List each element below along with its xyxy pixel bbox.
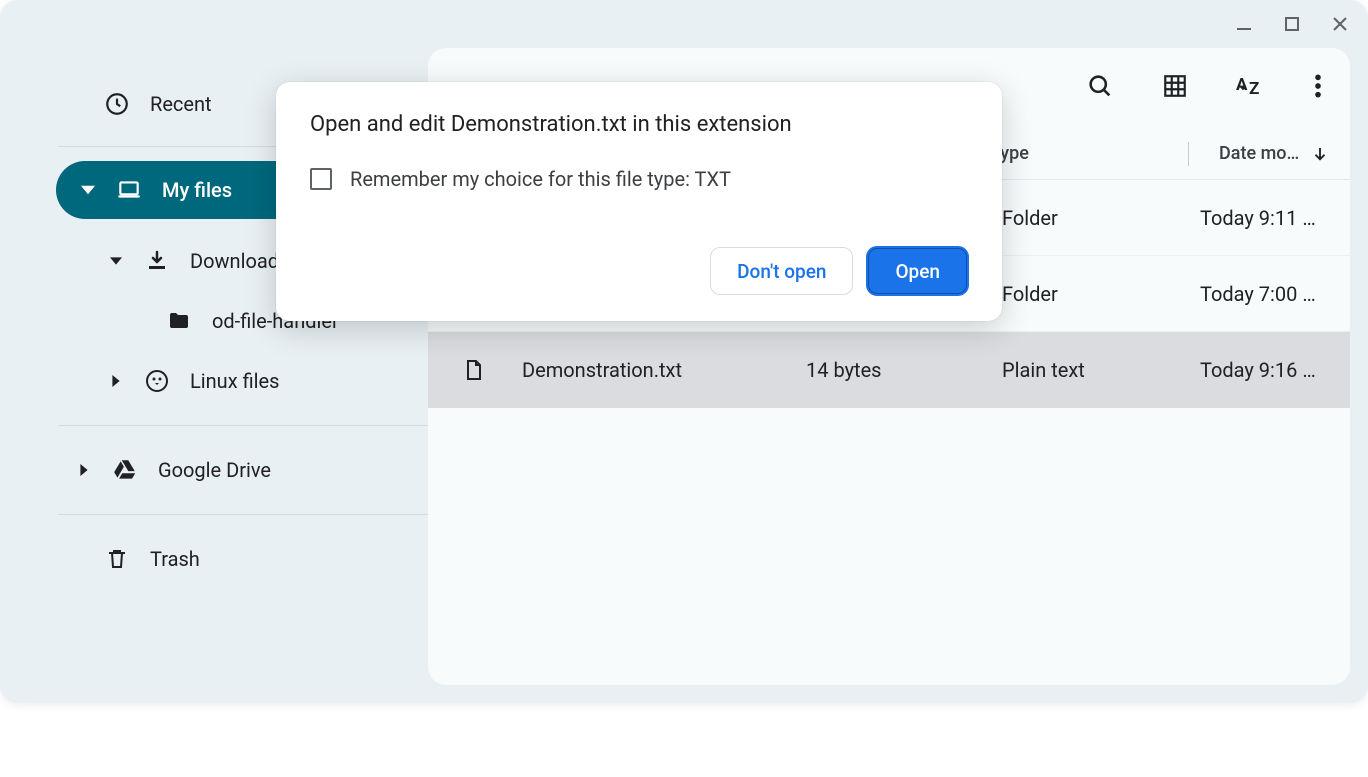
cell-name: Demonstration.txt [522, 358, 806, 382]
cell-type: Plain text [1002, 358, 1200, 382]
sidebar-divider [58, 514, 428, 515]
linux-icon [144, 368, 170, 394]
cell-date: Today 9:11 AM [1200, 206, 1326, 230]
sidebar-label-trash: Trash [150, 547, 200, 571]
window-close-button[interactable] [1330, 14, 1350, 34]
download-icon [144, 248, 170, 274]
clock-icon [104, 91, 130, 117]
svg-text:Z: Z [1249, 79, 1259, 99]
cell-size: 14 bytes [806, 358, 1002, 382]
sidebar-label-gdrive: Google Drive [158, 458, 271, 482]
trash-icon [104, 546, 130, 572]
cell-date: Today 7:00 … [1200, 282, 1326, 306]
search-button[interactable] [1086, 72, 1114, 104]
dialog-title: Open and edit Demonstration.txt in this … [310, 112, 968, 137]
window-titlebar [0, 0, 1368, 48]
dialog-checkbox-row[interactable]: Remember my choice for this file type: T… [310, 167, 968, 191]
window-maximize-button[interactable] [1282, 14, 1302, 34]
grid-view-button[interactable] [1162, 73, 1188, 103]
column-type[interactable]: Type [990, 143, 1188, 164]
close-icon [1331, 15, 1349, 33]
sidebar-divider [58, 425, 428, 426]
dialog-checkbox-label: Remember my choice for this file type: T… [350, 167, 731, 191]
chevron-down-icon [80, 177, 96, 203]
laptop-icon [116, 177, 142, 203]
open-file-dialog: Open and edit Demonstration.txt in this … [276, 82, 1002, 321]
sidebar-item-linux[interactable]: Linux files [18, 351, 428, 411]
arrow-down-icon [1311, 145, 1329, 163]
sidebar-item-gdrive[interactable]: Google Drive [18, 440, 428, 500]
cell-type: Folder [1002, 206, 1200, 230]
sidebar-label-linux: Linux files [190, 369, 279, 393]
sort-az-icon: AZ [1236, 72, 1266, 100]
more-vert-icon [1314, 73, 1322, 99]
drive-icon [112, 457, 138, 483]
column-date-label: Date mo… [1219, 143, 1299, 164]
sidebar-label-myfiles: My files [162, 178, 232, 202]
column-divider [1188, 142, 1189, 166]
window-minimize-button[interactable] [1234, 14, 1254, 34]
file-manager-window: Recent My files Downlo [0, 0, 1368, 703]
minimize-icon [1235, 15, 1253, 33]
svg-text:A: A [1236, 75, 1248, 95]
cell-date: Today 9:16 … [1200, 358, 1326, 382]
grid-icon [1162, 73, 1188, 99]
maximize-icon [1284, 16, 1300, 32]
sidebar-item-trash[interactable]: Trash [18, 529, 428, 589]
chevron-right-icon [76, 457, 92, 483]
more-button[interactable] [1314, 73, 1322, 103]
chevron-down-icon [108, 248, 124, 274]
folder-icon [166, 308, 192, 334]
table-row[interactable]: Demonstration.txt 14 bytes Plain text To… [428, 332, 1350, 408]
file-icon [462, 358, 522, 382]
chevron-right-icon [108, 368, 124, 394]
dialog-buttons: Don't open Open [310, 247, 968, 295]
sort-button[interactable]: AZ [1236, 72, 1266, 104]
search-icon [1086, 72, 1114, 100]
cell-type: Folder [1002, 282, 1200, 306]
column-date[interactable]: Date mo… [1188, 142, 1329, 166]
remember-choice-checkbox[interactable] [310, 168, 332, 190]
open-button[interactable]: Open [867, 247, 968, 295]
sidebar-label-recent: Recent [150, 92, 212, 116]
sidebar-label-downloads: Downloads [190, 249, 289, 273]
dont-open-button[interactable]: Don't open [710, 247, 853, 295]
